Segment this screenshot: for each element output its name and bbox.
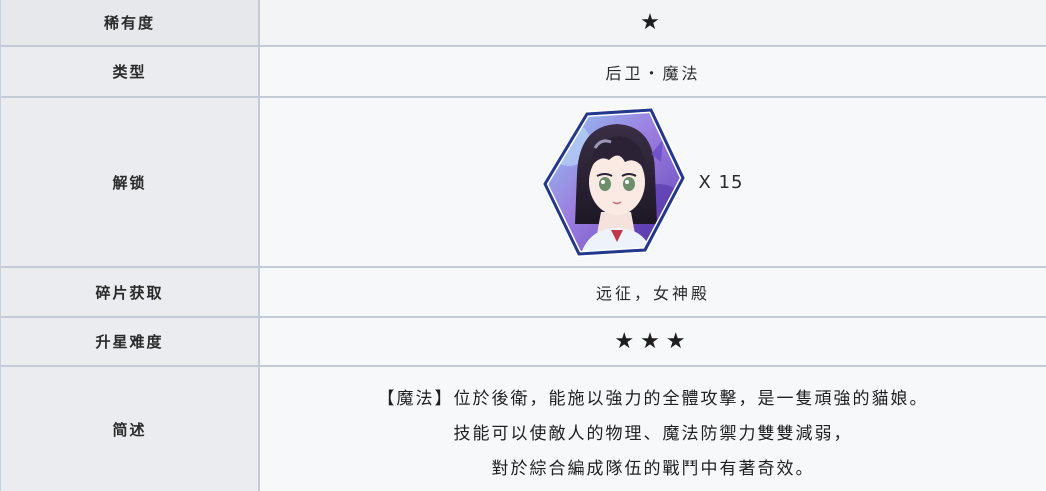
rarity-stars: ★ <box>640 10 666 35</box>
shard-source-label: 碎片获取 <box>1 268 260 316</box>
rarity-label: 稀有度 <box>1 0 260 45</box>
unlock-label: 解锁 <box>1 98 260 266</box>
character-info-table: 稀有度 ★ 类型 后卫・魔法 解锁 X 15 碎片获取 远征，女神殿 升星难度 … <box>0 0 1046 491</box>
shard-source-row: 碎片获取 远征，女神殿 <box>1 268 1046 318</box>
description-text: 【魔法】位於後衛，能施以強力的全體攻擊，是一隻頑強的貓娘。 技能可以使敵人的物理… <box>378 380 929 479</box>
description-value-cell: 【魔法】位於後衛，能施以強力的全體攻擊，是一隻頑強的貓娘。 技能可以使敵人的物理… <box>260 367 1046 491</box>
type-row: 类型 后卫・魔法 <box>1 47 1046 98</box>
star-up-value-cell: ★★★ <box>260 318 1046 365</box>
shard-source-value: 远征，女神殿 <box>595 284 710 303</box>
unlock-row: 解锁 X 15 <box>1 98 1046 268</box>
description-line: 技能可以使敵人的物理、魔法防禦力雙雙減弱， <box>453 423 853 444</box>
rarity-row: 稀有度 ★ <box>1 0 1046 47</box>
description-label: 简述 <box>1 367 260 491</box>
description-line: 【魔法】位於後衛，能施以強力的全體攻擊，是一隻頑強的貓娘。 <box>377 388 929 409</box>
description-line: 對於綜合編成隊伍的戰鬥中有著奇效。 <box>491 458 815 479</box>
shard-source-value-cell: 远征，女神殿 <box>260 268 1046 316</box>
star-up-label: 升星难度 <box>1 318 260 365</box>
rarity-value-cell: ★ <box>260 0 1046 45</box>
description-row: 简述 【魔法】位於後衛，能施以強力的全體攻擊，是一隻頑強的貓娘。 技能可以使敵人… <box>1 367 1046 491</box>
unlock-content: X 15 <box>539 104 744 260</box>
type-label: 类型 <box>1 47 260 96</box>
shard-quantity: X 15 <box>698 171 744 193</box>
star-up-row: 升星难度 ★★★ <box>1 318 1046 367</box>
unlock-value-cell: X 15 <box>260 98 1046 266</box>
star-up-stars: ★★★ <box>614 329 692 354</box>
character-portrait-icon[interactable] <box>539 104 689 260</box>
type-value: 后卫・魔法 <box>605 63 701 83</box>
type-value-cell: 后卫・魔法 <box>260 47 1046 96</box>
